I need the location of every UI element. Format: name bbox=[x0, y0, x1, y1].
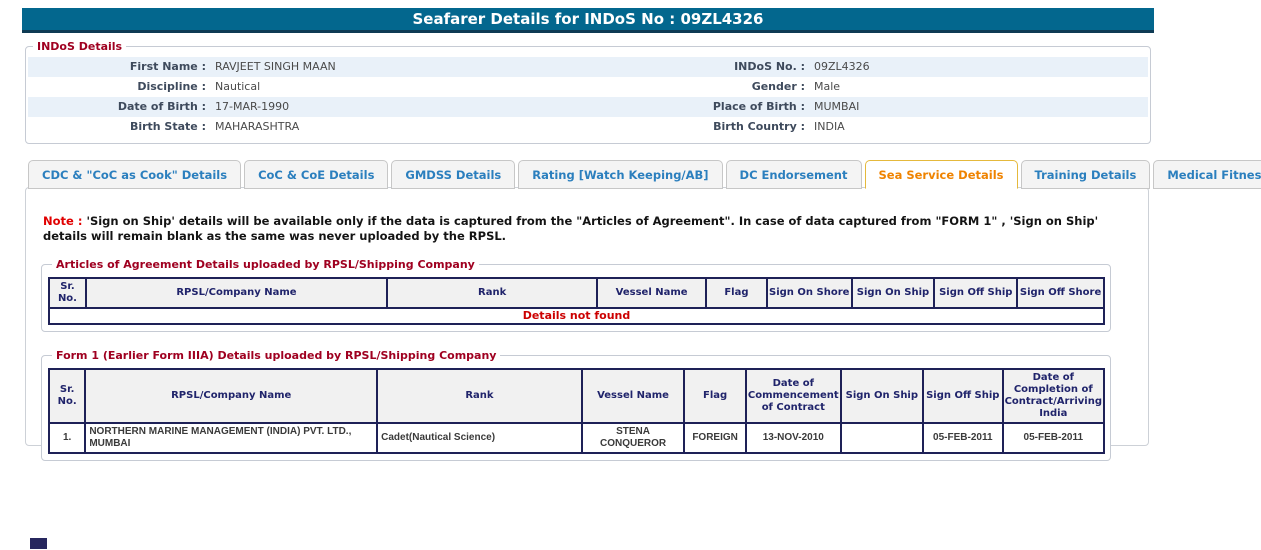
place-of-birth-label: Place of Birth : bbox=[573, 97, 805, 117]
place-of-birth-value: MUMBAI bbox=[814, 97, 859, 117]
column-header-vessel-name: Vessel Name bbox=[597, 278, 706, 308]
indos-row: First Name : RAVJEET SINGH MAAN INDoS No… bbox=[28, 57, 1148, 77]
discipline-value: Nautical bbox=[215, 77, 260, 97]
tab-dc-endorsement[interactable]: DC Endorsement bbox=[726, 160, 862, 189]
column-header-sign-off-ship: Sign Off Ship bbox=[923, 369, 1003, 423]
first-name-label: First Name : bbox=[28, 57, 206, 77]
birth-country-label: Birth Country : bbox=[573, 117, 805, 137]
column-header-date-of-commencement: Date of Commencement of Contract bbox=[746, 369, 841, 423]
column-header-flag: Flag bbox=[706, 278, 767, 308]
indos-row: Birth State : MAHARASHTRA Birth Country … bbox=[28, 117, 1148, 137]
articles-of-agreement-fieldset: Articles of Agreement Details uploaded b… bbox=[41, 258, 1111, 332]
discipline-label: Discipline : bbox=[28, 77, 206, 97]
column-header-sign-off-shore: Sign Off Shore bbox=[1017, 278, 1104, 308]
column-header-sr-no: Sr. No. bbox=[49, 369, 85, 423]
tab-cdc-coc-as-cook-details[interactable]: CDC & "CoC as Cook" Details bbox=[28, 160, 241, 189]
details-not-found-message: Details not found bbox=[49, 308, 1104, 324]
tab-medical-fitness-certificate[interactable]: Medical Fitness Certificate bbox=[1153, 160, 1261, 189]
tab-gmdss-details[interactable]: GMDSS Details bbox=[391, 160, 515, 189]
tab-coc-coe-details[interactable]: CoC & CoE Details bbox=[244, 160, 388, 189]
table-row: 1. NORTHERN MARINE MANAGEMENT (INDIA) PV… bbox=[49, 423, 1104, 453]
column-header-date-of-completion: Date of Completion of Contract/Arriving … bbox=[1003, 369, 1104, 423]
date-of-birth-value: 17-MAR-1990 bbox=[215, 97, 289, 117]
articles-of-agreement-table: Sr. No. RPSL/Company Name Rank Vessel Na… bbox=[48, 277, 1105, 325]
form1-legend: Form 1 (Earlier Form IIIA) Details uploa… bbox=[52, 349, 500, 362]
column-header-sign-on-shore: Sign On Shore bbox=[767, 278, 852, 308]
indos-details-fieldset: INDoS Details First Name : RAVJEET SINGH… bbox=[25, 40, 1151, 144]
cell-sign-off-ship: 05-FEB-2011 bbox=[923, 423, 1003, 453]
cell-date-of-commencement: 13-NOV-2010 bbox=[746, 423, 841, 453]
tab-rating-watch-keeping-ab[interactable]: Rating [Watch Keeping/AB] bbox=[518, 160, 722, 189]
sign-on-ship-note: Note : 'Sign on Ship' details will be av… bbox=[43, 214, 1131, 244]
column-header-vessel-name: Vessel Name bbox=[582, 369, 685, 423]
date-of-birth-label: Date of Birth : bbox=[28, 97, 206, 117]
column-header-rank: Rank bbox=[377, 369, 582, 423]
indos-row: Discipline : Nautical Gender : Male bbox=[28, 77, 1148, 97]
birth-state-label: Birth State : bbox=[28, 117, 206, 137]
cell-date-of-completion: 05-FEB-2011 bbox=[1003, 423, 1104, 453]
indos-row: Date of Birth : 17-MAR-1990 Place of Bir… bbox=[28, 97, 1148, 117]
note-text: 'Sign on Ship' details will be available… bbox=[43, 214, 1098, 243]
indos-no-label: INDoS No. : bbox=[573, 57, 805, 77]
cell-rpsl-company-name: NORTHERN MARINE MANAGEMENT (INDIA) PVT. … bbox=[85, 423, 377, 453]
indos-details-legend: INDoS Details bbox=[33, 40, 126, 53]
gender-label: Gender : bbox=[573, 77, 805, 97]
bottom-left-artifact bbox=[30, 538, 47, 549]
cell-flag: FOREIGN bbox=[684, 423, 746, 453]
table-row: Details not found bbox=[49, 308, 1104, 324]
column-header-sign-off-ship: Sign Off Ship bbox=[934, 278, 1017, 308]
column-header-rank: Rank bbox=[387, 278, 597, 308]
column-header-rpsl-company-name: RPSL/Company Name bbox=[86, 278, 387, 308]
cell-sign-on-ship bbox=[841, 423, 923, 453]
page-title: Seafarer Details for INDoS No : 09ZL4326 bbox=[22, 8, 1154, 33]
cell-rank: Cadet(Nautical Science) bbox=[377, 423, 582, 453]
note-prefix: Note : bbox=[43, 214, 82, 228]
column-header-sign-on-ship: Sign On Ship bbox=[852, 278, 935, 308]
articles-of-agreement-legend: Articles of Agreement Details uploaded b… bbox=[52, 258, 479, 271]
column-header-sr-no: Sr. No. bbox=[49, 278, 86, 308]
cell-vessel-name: STENA CONQUEROR bbox=[582, 423, 685, 453]
birth-country-value: INDIA bbox=[814, 117, 845, 137]
sea-service-details-panel: Note : 'Sign on Ship' details will be av… bbox=[25, 187, 1149, 446]
tab-sea-service-details[interactable]: Sea Service Details bbox=[865, 160, 1018, 189]
cell-sr-no: 1. bbox=[49, 423, 85, 453]
column-header-sign-on-ship: Sign On Ship bbox=[841, 369, 923, 423]
column-header-flag: Flag bbox=[684, 369, 746, 423]
column-header-rpsl-company-name: RPSL/Company Name bbox=[85, 369, 377, 423]
tab-training-details[interactable]: Training Details bbox=[1021, 160, 1151, 189]
table-header-row: Sr. No. RPSL/Company Name Rank Vessel Na… bbox=[49, 369, 1104, 423]
indos-no-value: 09ZL4326 bbox=[814, 57, 870, 77]
form1-fieldset: Form 1 (Earlier Form IIIA) Details uploa… bbox=[41, 349, 1111, 461]
birth-state-value: MAHARASHTRA bbox=[215, 117, 299, 137]
form1-table: Sr. No. RPSL/Company Name Rank Vessel Na… bbox=[48, 368, 1105, 454]
table-header-row: Sr. No. RPSL/Company Name Rank Vessel Na… bbox=[49, 278, 1104, 308]
first-name-value: RAVJEET SINGH MAAN bbox=[215, 57, 336, 77]
gender-value: Male bbox=[814, 77, 840, 97]
tab-bar: CDC & "CoC as Cook" Details CoC & CoE De… bbox=[28, 159, 1261, 188]
